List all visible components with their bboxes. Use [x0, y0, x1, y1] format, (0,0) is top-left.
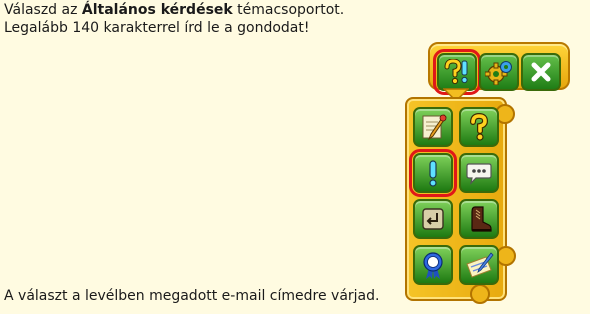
- return-key-icon: [422, 208, 444, 230]
- menu-item-7[interactable]: [413, 245, 453, 285]
- menu-item-6[interactable]: [459, 199, 499, 239]
- menu-item-1[interactable]: [413, 107, 453, 147]
- menu-item-3[interactable]: [409, 149, 457, 197]
- instruction-line-1: Válaszd az Általános kérdések témacsopor…: [4, 2, 344, 19]
- speech-bubble-icon: [466, 163, 492, 185]
- help-category-button[interactable]: [433, 49, 481, 95]
- menu-item-5[interactable]: [413, 199, 453, 239]
- boot-icon: [471, 206, 492, 232]
- footer-note: A választ a levélben megadott e-mail cím…: [4, 288, 380, 304]
- menu-item-2[interactable]: [459, 107, 499, 147]
- menu-item-8[interactable]: [459, 245, 499, 285]
- award-ribbon-icon: [423, 252, 443, 279]
- instruction-prefix: Válaszd az: [4, 2, 82, 18]
- exclamation-icon: [429, 160, 437, 187]
- close-icon: [531, 62, 551, 82]
- menu-item-4[interactable]: [459, 153, 499, 193]
- panel-decoration: [470, 284, 490, 304]
- gear-icon: [485, 61, 512, 85]
- category-name: Általános kérdések: [81, 2, 233, 18]
- ticket-pen-icon: [466, 252, 494, 278]
- panel-decoration: [496, 246, 516, 266]
- question-exclamation-icon: [444, 59, 468, 85]
- instruction-suffix: témacsoportot.: [232, 2, 345, 18]
- settings-button[interactable]: [479, 53, 519, 91]
- instruction-line-2: Legalább 140 karakterrel írd le a gondod…: [4, 20, 310, 36]
- close-button[interactable]: [521, 53, 561, 91]
- question-mark-icon: [470, 112, 489, 141]
- pencil-paper-icon: [422, 114, 447, 141]
